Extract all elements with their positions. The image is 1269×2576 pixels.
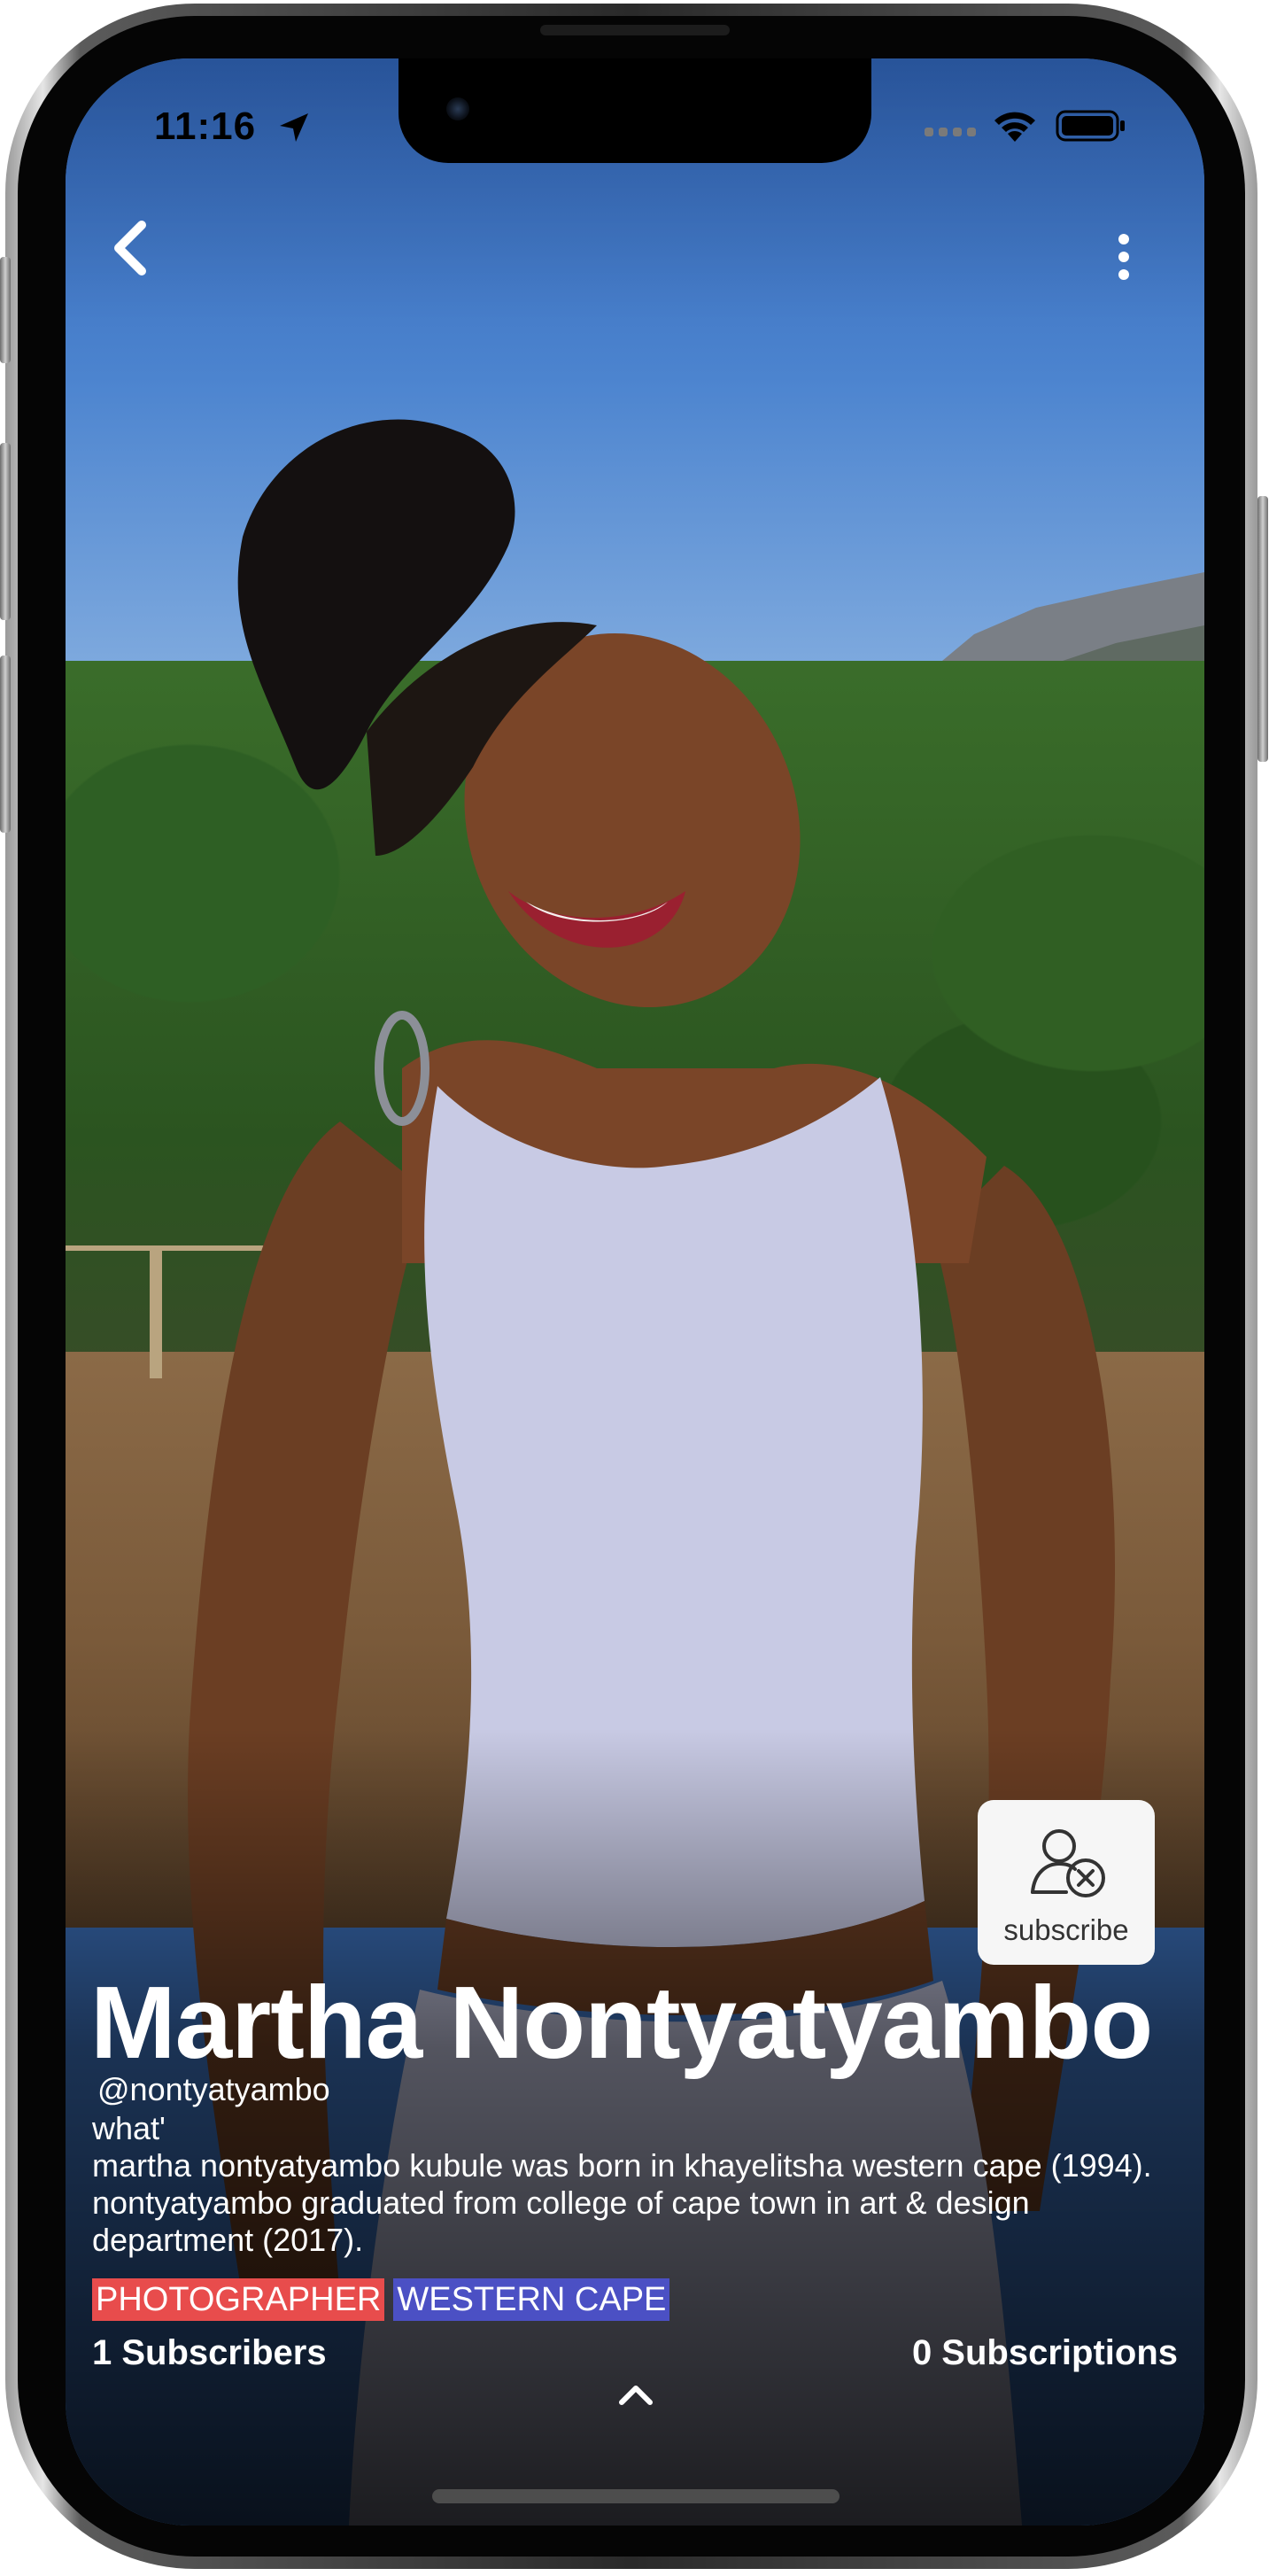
tag-photographer[interactable]: PHOTOGRAPHER <box>92 2278 385 2321</box>
battery-icon <box>1056 110 1125 142</box>
status-time: 11:16 <box>154 105 257 148</box>
front-camera <box>446 97 469 120</box>
earpiece-speaker <box>540 25 730 35</box>
subscribers-count[interactable]: 1 Subscribers <box>92 2333 327 2373</box>
back-chevron-icon[interactable] <box>97 209 168 289</box>
subscriptions-count[interactable]: 0 Subscriptions <box>912 2333 1178 2373</box>
wifi-icon <box>994 112 1035 142</box>
profile-name: Martha Nontyatyambo <box>90 1965 1153 2080</box>
volume-down-button <box>0 656 11 833</box>
device-notch <box>398 58 871 163</box>
profile-screen: 11:16 subscribe Martha Nontyatyambo @non… <box>66 58 1204 2526</box>
chevron-up-icon[interactable] <box>611 2378 661 2413</box>
cellular-signal-icon <box>925 128 976 136</box>
power-button <box>1257 496 1268 762</box>
more-vertical-icon[interactable] <box>1093 218 1155 298</box>
subscribe-button[interactable]: subscribe <box>978 1800 1155 1965</box>
home-indicator[interactable] <box>432 2489 840 2503</box>
profile-handle[interactable]: @nontyatyambo <box>97 2071 330 2108</box>
tag-western-cape[interactable]: WESTERN CAPE <box>393 2278 670 2321</box>
profile-bio: martha nontyatyambo kubule was born in k… <box>92 2147 1152 2258</box>
user-remove-icon <box>1031 1829 1105 1897</box>
subscribe-label: subscribe <box>1003 1913 1129 1946</box>
location-arrow-icon <box>280 113 308 142</box>
silent-switch <box>0 257 11 363</box>
profile-what: what' <box>92 2110 166 2146</box>
profile-tags: PHOTOGRAPHER WESTERN CAPE <box>92 2278 678 2321</box>
volume-up-button <box>0 443 11 620</box>
